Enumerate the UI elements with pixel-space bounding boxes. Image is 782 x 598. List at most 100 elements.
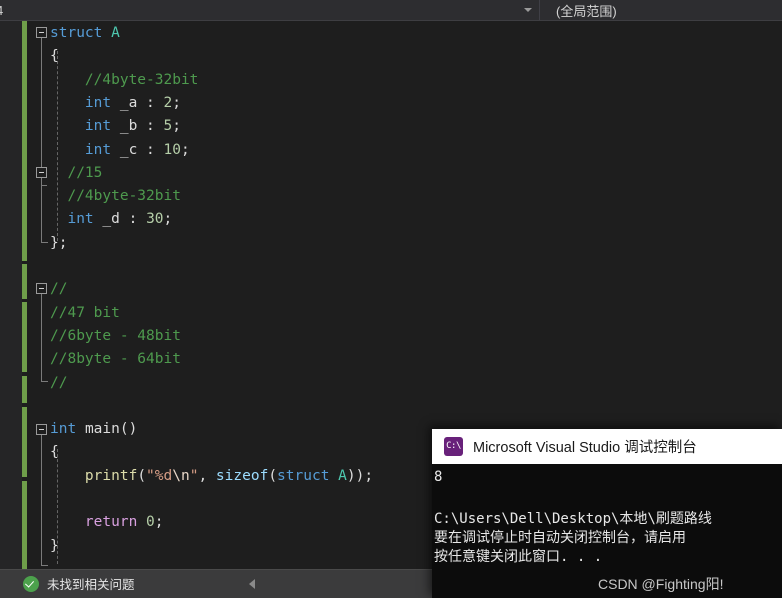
- code-line-text: {: [50, 45, 59, 68]
- code-token: struct: [50, 25, 112, 41]
- code-token: };: [50, 234, 68, 251]
- code-token: //4byte-32bit: [50, 188, 181, 205]
- status-message: 未找到相关问题: [47, 578, 135, 592]
- console-icon-glyph: C:\: [446, 441, 461, 451]
- check-circle-icon: [23, 575, 39, 592]
- code-line-text: //47 bit: [50, 302, 120, 325]
- console-title-bar[interactable]: C:\ Microsoft Visual Studio 调试控制台: [432, 429, 782, 464]
- code-token: ;: [163, 211, 173, 228]
- code-line: int _d : 30;: [0, 208, 172, 231]
- console-output-line: 8: [434, 469, 443, 485]
- code-token: sizeof: [215, 467, 269, 484]
- code-line-text: //4byte-32bit: [50, 185, 181, 208]
- code-token: //47 bit: [50, 304, 120, 321]
- code-line: int _a : 2;: [0, 92, 181, 115]
- code-line: //47 bit: [0, 302, 120, 325]
- code-line-text: //4byte-32bit: [50, 69, 199, 92]
- code-token: {: [50, 444, 59, 461]
- code-token: }: [50, 537, 59, 554]
- triangle-left-icon[interactable]: [249, 578, 255, 589]
- code-token: {: [50, 48, 59, 65]
- code-line-text: struct A: [50, 22, 120, 45]
- code-token: A: [338, 467, 347, 484]
- code-token: _c :: [111, 141, 164, 158]
- code-line: //8byte - 64bit: [0, 348, 181, 371]
- code-line: int _b : 5;: [0, 115, 181, 138]
- code-token: ;: [172, 118, 181, 135]
- code-line: //: [0, 372, 67, 395]
- code-token: struct: [277, 467, 330, 484]
- code-line: {: [0, 45, 59, 68]
- code-line-text: //: [50, 372, 67, 395]
- code-line: struct A: [0, 22, 120, 45]
- chevron-down-icon[interactable]: [524, 8, 532, 12]
- console-title: Microsoft Visual Studio 调试控制台: [473, 440, 697, 456]
- code-line: //4byte-32bit: [0, 69, 199, 92]
- code-token: 5: [163, 118, 173, 135]
- code-line: return 0;: [0, 511, 164, 534]
- code-token: (: [137, 467, 147, 484]
- code-token: //: [50, 281, 68, 298]
- code-token: 0: [146, 514, 155, 531]
- code-token: main: [84, 421, 120, 438]
- code-token: \n: [172, 467, 190, 484]
- code-token: 10: [163, 141, 181, 158]
- code-token: _d :: [93, 211, 147, 228]
- code-line-text: {: [50, 441, 59, 464]
- code-line-text: //6byte - 48bit: [50, 325, 181, 348]
- code-token: A: [111, 25, 120, 41]
- code-token: //8byte - 64bit: [50, 351, 181, 368]
- code-token: int: [84, 118, 112, 135]
- code-line: {: [0, 441, 59, 464]
- code-token: 30: [146, 211, 164, 228]
- code-token: _b :: [111, 118, 164, 135]
- code-token: "%d: [146, 467, 173, 484]
- code-line-text: int _d : 30;: [50, 208, 172, 231]
- code-token: int: [84, 141, 112, 158]
- nav-left-value: 4: [0, 3, 3, 18]
- code-line: };: [0, 232, 67, 255]
- code-token: ,: [198, 467, 216, 484]
- code-line-text: return 0;: [50, 511, 164, 534]
- code-line-text: int _b : 5;: [50, 115, 181, 138]
- code-token: ;: [180, 141, 190, 158]
- code-line-text: };: [50, 232, 67, 255]
- code-token: (): [119, 421, 138, 438]
- code-line: printf("%d\n", sizeof(struct A));: [0, 465, 373, 488]
- console-output-area[interactable]: 8 C:\Users\Dell\Desktop\本地\刷题路线 要在调试停止时自动关…: [432, 464, 782, 598]
- code-token: //6byte - 48bit: [50, 327, 181, 344]
- code-line: //15: [0, 162, 102, 185]
- code-token: 2: [163, 94, 173, 111]
- console-output-line: 按任意键关闭此窗口. . .: [434, 549, 603, 565]
- code-token: //4byte-32bit: [50, 71, 199, 88]
- console-output-line: 要在调试停止时自动关闭控制台，请启用: [434, 530, 686, 546]
- code-line-text: int main(): [50, 418, 137, 441]
- code-token: return: [84, 514, 138, 531]
- code-token: ;: [172, 94, 181, 111]
- csdn-watermark: CSDN @Fighting阳!: [598, 576, 724, 592]
- nav-scope-dropdown-right[interactable]: (全局范围): [540, 0, 782, 20]
- code-token: int: [67, 211, 94, 228]
- code-token: //: [50, 374, 68, 391]
- code-token: printf: [84, 467, 138, 484]
- console-output-line: C:\Users\Dell\Desktop\本地\刷题路线: [434, 511, 712, 527]
- code-token: ;: [154, 514, 164, 531]
- code-token: (: [268, 467, 278, 484]
- debug-console-window[interactable]: C:\ Microsoft Visual Studio 调试控制台 8 C:\Us…: [432, 429, 782, 598]
- code-line-text: //15: [50, 162, 102, 185]
- nav-right-value: (全局范围): [556, 3, 617, 19]
- nav-scope-dropdown-left[interactable]: 4: [0, 0, 540, 20]
- code-token: //15: [50, 164, 103, 181]
- code-line-text: //: [50, 278, 67, 301]
- code-line: int _c : 10;: [0, 139, 190, 162]
